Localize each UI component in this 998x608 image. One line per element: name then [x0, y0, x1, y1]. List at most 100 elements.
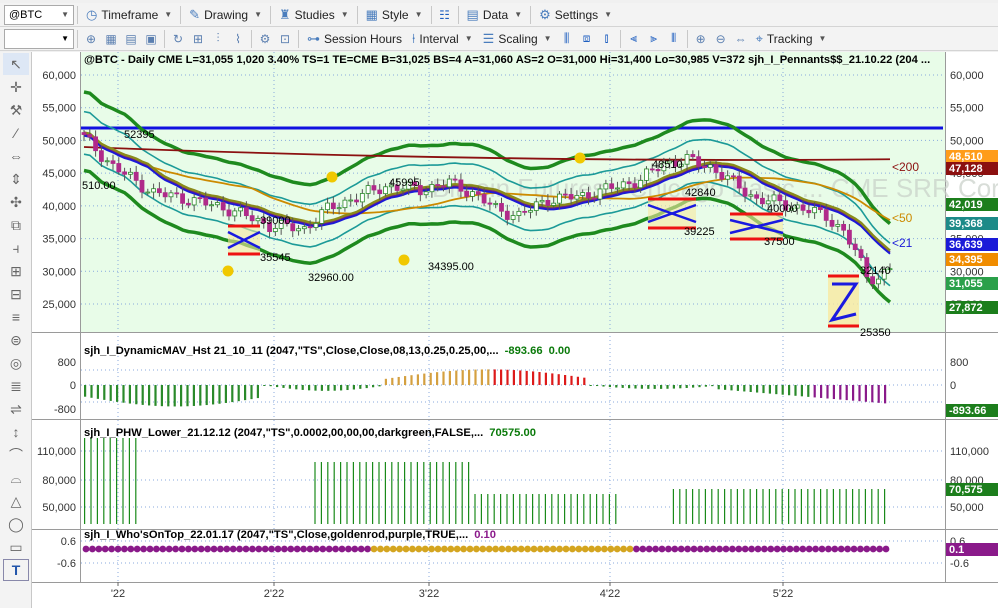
whos-on-top-dot — [95, 545, 103, 553]
hline-icon[interactable]: ⇌ — [3, 398, 29, 420]
histogram-bar — [698, 385, 701, 388]
scroll-icon[interactable]: ⇔ — [732, 30, 750, 48]
whos-on-top-dot — [620, 545, 627, 553]
insert-study-icon[interactable]: ⊡ — [276, 30, 294, 48]
channel-icon[interactable]: ⇕ — [3, 168, 29, 190]
candle-style-icon[interactable]: ⧈ — [578, 30, 596, 48]
levels-icon[interactable]: ≣ — [3, 375, 29, 397]
histogram-bar — [506, 369, 509, 385]
interval-button[interactable]: ⍿ Interval ▼ — [407, 28, 478, 50]
whos-on-top-dot — [127, 545, 135, 553]
histogram-bar — [730, 385, 733, 391]
ray-icon[interactable]: ≡ — [3, 306, 29, 328]
whos-on-top-dot — [261, 545, 269, 553]
candle-body — [162, 192, 168, 198]
crosshair-icon[interactable]: ⊕ — [82, 30, 100, 48]
bars-shift-icon[interactable]: ⫴ — [665, 30, 683, 48]
drawing-menu-button[interactable]: ✎ Drawing ▼ — [184, 4, 267, 26]
arc-tool-icon[interactable]: ⌒ — [3, 444, 29, 466]
refresh-icon[interactable]: ↻ — [169, 30, 187, 48]
left-price-tick: 25,000 — [42, 299, 76, 311]
histogram-bar — [532, 371, 535, 385]
layout-icon[interactable]: ▤ — [122, 30, 140, 48]
rectangle-icon[interactable]: ▭ — [3, 536, 29, 558]
crosshair-icon[interactable]: ✛ — [3, 76, 29, 98]
histogram-bar — [148, 385, 151, 406]
candle-body — [330, 202, 336, 210]
symbol-input[interactable]: @BTC ▼ — [4, 4, 74, 25]
whos-on-top-dot — [812, 545, 819, 553]
whos-on-top-dot — [300, 545, 307, 553]
circle-tool-icon[interactable]: ⌓ — [3, 467, 29, 489]
histogram-bar — [864, 489, 866, 524]
data-menu-button[interactable]: ▤ Data ▼ — [462, 4, 528, 26]
whos-on-top-dot — [716, 545, 723, 553]
arc-icon[interactable]: ⧉ — [3, 214, 29, 236]
gann-icon[interactable]: ⊞ — [3, 260, 29, 282]
studies-menu-button[interactable]: ♜ Studies ▼ — [274, 4, 354, 26]
cycle-icon[interactable]: ⫞ — [3, 237, 29, 259]
candle-body — [203, 197, 209, 206]
histogram-bar — [84, 385, 87, 397]
histogram-bar — [116, 385, 119, 402]
histogram-bar — [397, 376, 400, 385]
draw-chart-icon[interactable]: ⌇ — [229, 30, 247, 48]
tracking-button[interactable]: ⌖ Tracking ▼ — [751, 28, 832, 50]
timeframe-menu-button[interactable]: ◷ Timeframe ▼ — [81, 4, 177, 26]
whos-on-top-dot — [357, 545, 365, 553]
chevron-down-icon: ▼ — [414, 10, 423, 19]
indicator-gear-icon[interactable]: ⚙ — [256, 30, 274, 48]
grid-icon[interactable]: ▦ — [102, 30, 120, 48]
chevron-down-icon: ▼ — [464, 34, 473, 43]
text-icon[interactable]: T — [3, 559, 29, 581]
toolbar-separator — [430, 5, 432, 24]
pitchfork-icon[interactable]: ⊜ — [3, 329, 29, 351]
session-hours-button[interactable]: ⊶ Session Hours — [302, 28, 407, 50]
whos-on-top-dot — [338, 545, 346, 553]
candle-body — [168, 192, 174, 198]
settings-menu-button[interactable]: ⚙ Settings ▼ — [534, 4, 617, 26]
chart-area[interactable]: Bitcoin Futures - Chicago Basic ... CME … — [32, 52, 998, 608]
left-price-tick: 45,000 — [42, 168, 76, 180]
zone-icon[interactable]: ◎ — [3, 352, 29, 374]
ind1-left-tick: 0 — [70, 380, 76, 392]
chevron-down-icon: ▼ — [61, 34, 69, 43]
time-label: 3'22 — [419, 588, 439, 600]
style-menu-button[interactable]: ▦ Style ▼ — [361, 4, 428, 26]
histogram-bar — [493, 369, 496, 385]
candle-body — [435, 184, 441, 187]
trendline-icon[interactable]: ⇔ — [3, 145, 29, 167]
ind3-badge-text: 0.1 — [949, 544, 964, 556]
brush-icon[interactable]: ⁄ — [3, 122, 29, 144]
histogram-bar — [429, 372, 432, 385]
window-icon[interactable]: ▣ — [142, 30, 160, 48]
vline-icon[interactable]: ↕ — [3, 421, 29, 443]
toolbar-separator — [530, 5, 532, 24]
zoom-in-icon[interactable]: ⊕ — [692, 30, 710, 48]
scaling-button[interactable]: ☰ Scaling ▼ — [478, 28, 557, 50]
whos-on-top-dot — [473, 545, 480, 553]
zoom-out-icon[interactable]: ⊖ — [712, 30, 730, 48]
ellipse-icon[interactable]: ◯ — [3, 513, 29, 535]
wrench-icon[interactable]: ⚒ — [3, 99, 29, 121]
toolbar-separator — [686, 29, 688, 48]
histogram-bar — [839, 385, 842, 400]
whos-on-top-dot — [133, 545, 141, 553]
whos-on-top-dot — [447, 545, 455, 553]
bars-compress-icon[interactable]: ⫷ — [625, 30, 643, 48]
chevron-down-icon: ▼ — [61, 10, 69, 19]
bars-expand-icon[interactable]: ⫸ — [645, 30, 663, 48]
ohlc-style-icon[interactable]: ⫾ — [598, 30, 616, 48]
linked-windows-icon[interactable]: ☷ — [436, 6, 454, 24]
bar-style-icon[interactable]: ⫼ — [558, 30, 576, 48]
whos-on-top-dot — [255, 545, 263, 553]
speed-icon[interactable]: ⊟ — [3, 283, 29, 305]
chart-type-icon[interactable]: ⫶ — [209, 30, 227, 48]
zoom-chart-icon[interactable]: ⊞ — [189, 30, 207, 48]
pointer-icon[interactable]: ↖ — [3, 53, 29, 75]
fib-icon[interactable]: ✣ — [3, 191, 29, 213]
candle-body — [325, 202, 330, 211]
template-select[interactable]: ▼ — [4, 28, 74, 49]
triangle-icon[interactable]: △ — [3, 490, 29, 512]
candle-body — [145, 191, 151, 194]
